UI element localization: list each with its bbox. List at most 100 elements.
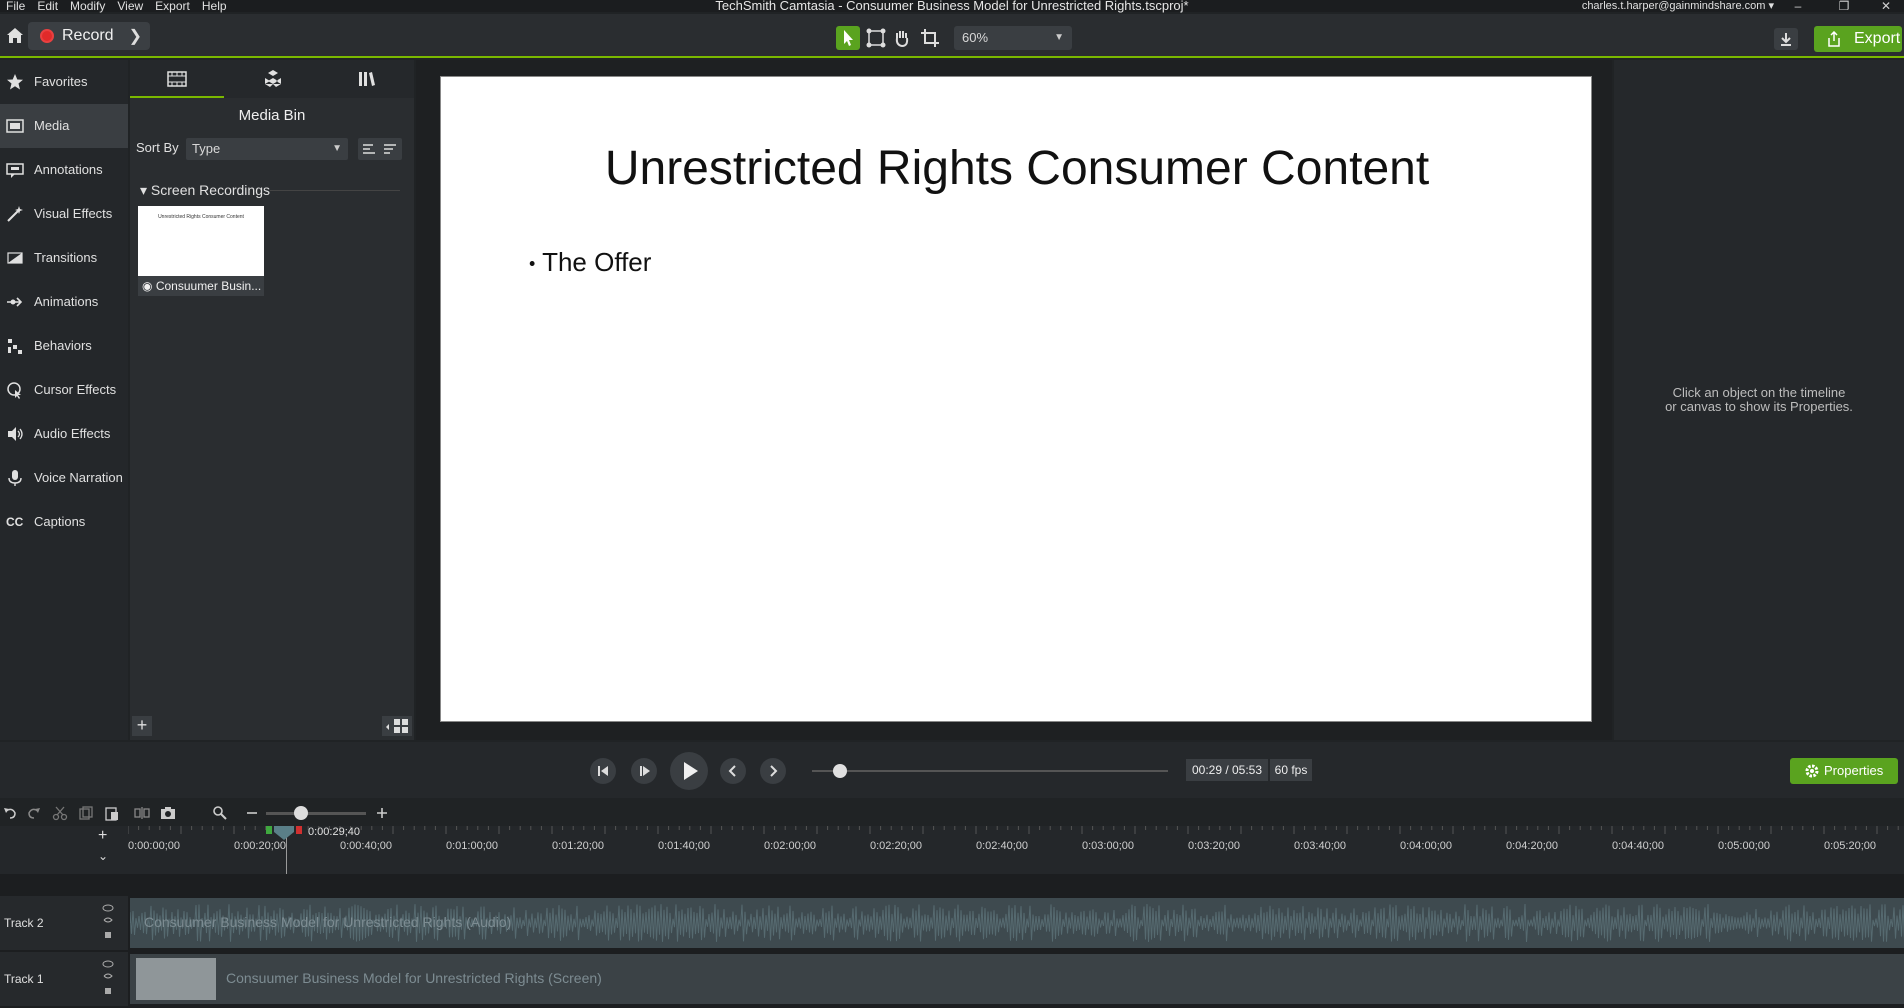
nav-label: Media [34, 118, 70, 133]
zoom-in-icon[interactable] [374, 805, 390, 821]
timeline-zoom-track[interactable] [266, 812, 366, 815]
nav-captions[interactable]: CC Captions [0, 500, 128, 544]
nav-label: Animations [34, 294, 99, 309]
timeline-ruler[interactable]: 0:00:00;00 0:00:20;00 0:00:40;00 0:01:00;00… [128, 826, 1904, 874]
nav-label: Audio Effects [34, 426, 111, 441]
nav-annotations[interactable]: Annotations [0, 148, 128, 192]
nav-label: Voice Narration [34, 470, 123, 485]
ruler-ticks [128, 826, 1899, 834]
track-header-area: + ⌄ [0, 826, 128, 874]
ruler-tick-label: 0:05:00;00 [1718, 840, 1770, 852]
redo-icon[interactable] [26, 805, 42, 821]
track-2-header[interactable]: Track 2 [0, 896, 128, 950]
ruler-tick-label: 0:04:00;00 [1400, 840, 1452, 852]
nav-animations[interactable]: Animations [0, 280, 128, 324]
previous-marker-icon[interactable] [720, 758, 746, 784]
add-track-icon[interactable]: + [98, 828, 114, 844]
split-icon[interactable] [134, 805, 150, 821]
export-button[interactable]: Export [1814, 26, 1902, 52]
media-thumbnail[interactable]: Unrestricted Rights Consumer Content [138, 206, 264, 276]
download-icon[interactable] [1774, 28, 1798, 50]
scrub-handle[interactable] [833, 764, 848, 778]
divider [270, 190, 400, 191]
playhead-time: 0:00:29;40 [308, 826, 360, 838]
restore-button[interactable]: ❐ [1826, 0, 1862, 12]
nav-behaviors[interactable]: Behaviors [0, 324, 128, 368]
fps-display[interactable]: 60 fps [1270, 759, 1312, 781]
film-icon [6, 119, 24, 133]
step-forward-icon[interactable] [631, 758, 657, 784]
timeline-tracks: Track 2 Track 1 Consuumer Business Model… [0, 874, 1904, 1008]
group-screen-recordings[interactable]: ▾ Screen Recordings [140, 182, 270, 199]
tab-media-bin[interactable] [130, 60, 224, 98]
properties-hint: Click an object on the timeline or canva… [1614, 386, 1904, 414]
media-item-caption[interactable]: ◉ Consuumer Busin... [138, 276, 264, 296]
track-1-header[interactable]: Track 1 [0, 952, 128, 1006]
screen-clip[interactable]: Consuumer Business Model for Unrestricte… [130, 954, 1904, 1004]
scrub-track[interactable] [812, 770, 1168, 772]
ruler-tick-label: 0:00:00;00 [128, 840, 180, 852]
cut-icon[interactable] [52, 805, 68, 821]
track-controls-icon[interactable] [102, 902, 114, 944]
media-item-name: Consuumer Busin... [155, 279, 262, 293]
sort-select[interactable]: Type ▼ [186, 138, 348, 160]
record-icon [40, 29, 54, 43]
ruler-tick-label: 0:01:40;00 [658, 840, 710, 852]
nav-visual-effects[interactable]: Visual Effects [0, 192, 128, 236]
minimize-button[interactable]: – [1780, 0, 1816, 12]
zoom-out-icon[interactable] [244, 805, 260, 821]
books-icon [359, 72, 375, 86]
crop-icon[interactable] [918, 26, 942, 50]
nav-audio-effects[interactable]: Audio Effects [0, 412, 128, 456]
paste-icon[interactable] [104, 805, 120, 821]
camera-icon[interactable] [160, 805, 176, 821]
radio-icon: ◉ [142, 279, 153, 293]
transform-tool-icon[interactable] [864, 26, 888, 50]
record-button[interactable]: Record ❯ [28, 22, 150, 50]
nav-label: Annotations [34, 162, 103, 177]
zoom-select[interactable]: 60% ▼ [954, 26, 1072, 50]
close-button[interactable]: ✕ [1868, 0, 1904, 12]
transition-icon [7, 252, 23, 264]
grid-view-icon[interactable] [382, 716, 412, 736]
behavior-icon [8, 339, 22, 354]
home-icon[interactable] [4, 24, 26, 46]
add-media-button[interactable]: + [132, 716, 152, 736]
canvas-slide[interactable]: Unrestricted Rights Consumer Content • T… [440, 76, 1592, 722]
media-bin-title: Media Bin [238, 107, 306, 124]
playhead-marker[interactable] [266, 826, 302, 840]
clip-label: Consuumer Business Model for Unrestricte… [144, 914, 512, 930]
pan-hand-icon[interactable] [890, 26, 914, 50]
nav-favorites[interactable]: Favorites [0, 60, 128, 104]
user-account[interactable]: charles.t.harper@gainmindshare.com ▾ [1582, 0, 1774, 12]
nav-transitions[interactable]: Transitions [0, 236, 128, 280]
ruler-tick-label: 0:03:00;00 [1082, 840, 1134, 852]
sort-order-buttons[interactable] [358, 138, 402, 160]
select-tool-icon[interactable] [836, 26, 860, 50]
play-icon[interactable] [670, 752, 708, 790]
captions-cc-icon: CC [6, 515, 24, 529]
undo-icon[interactable] [2, 805, 18, 821]
sort-label: Sort By [136, 140, 179, 155]
timeline-toolbar [0, 800, 1904, 826]
step-back-icon[interactable] [590, 758, 616, 784]
chevron-down-icon[interactable]: ⌄ [98, 848, 114, 864]
tab-library[interactable] [225, 60, 319, 98]
copy-icon[interactable] [78, 805, 94, 821]
bullet-text: The Offer [542, 247, 652, 277]
ruler-tick-label: 0:01:20;00 [552, 840, 604, 852]
microphone-icon [8, 470, 22, 486]
zoom-search-icon[interactable] [212, 805, 228, 821]
properties-button[interactable]: Properties [1790, 758, 1898, 784]
audio-clip[interactable]: Consuumer Business Model for Unrestricte… [130, 898, 1904, 948]
track-controls-icon[interactable] [102, 958, 114, 1000]
nav-voice-narration[interactable]: Voice Narration [0, 456, 128, 500]
export-icon [1828, 31, 1840, 47]
timeline-zoom-handle[interactable] [294, 806, 308, 820]
nav-cursor-effects[interactable]: Cursor Effects [0, 368, 128, 412]
chevron-down-icon: ▼ [1054, 32, 1064, 43]
ruler-tick-label: 0:00:40;00 [340, 840, 392, 852]
next-marker-icon[interactable] [760, 758, 786, 784]
tab-library-books[interactable] [320, 60, 414, 98]
nav-media[interactable]: Media [0, 104, 128, 148]
